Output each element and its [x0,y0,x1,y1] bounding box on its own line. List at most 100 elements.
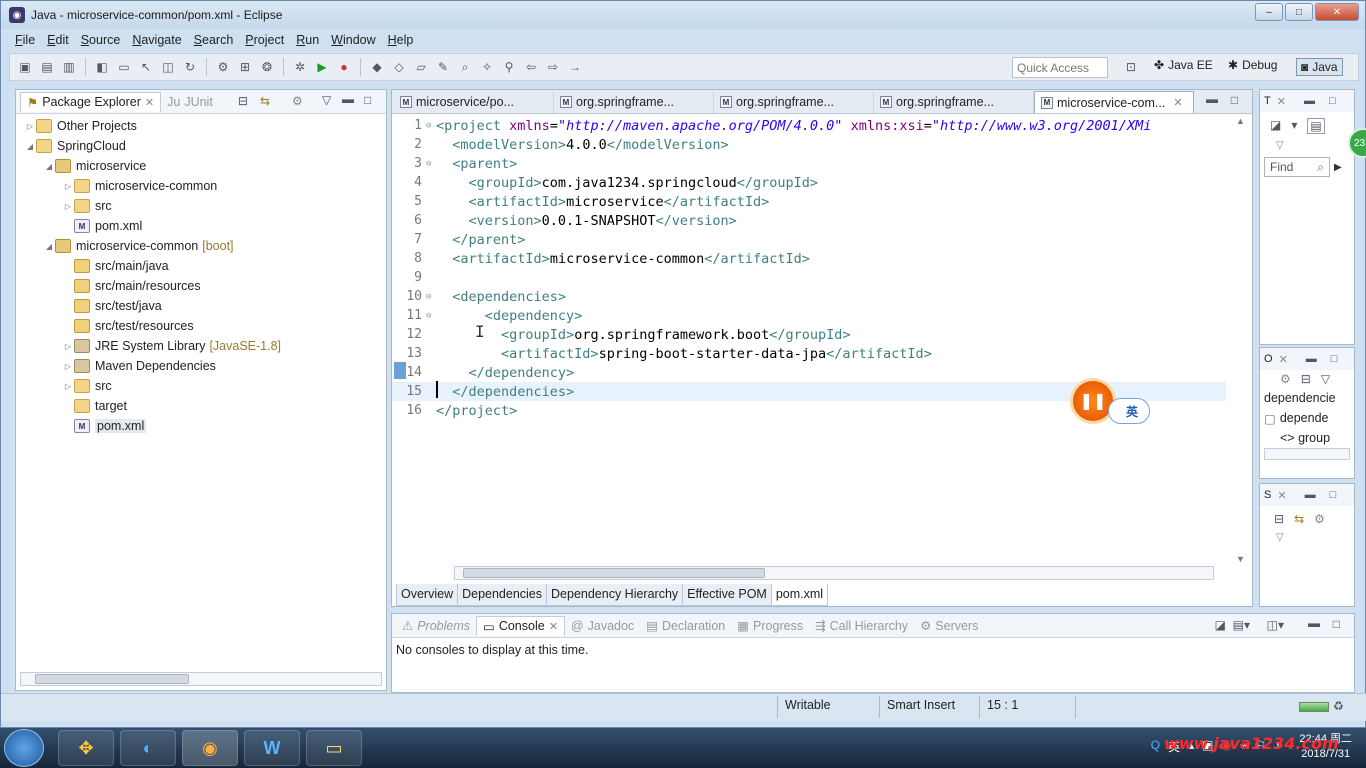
ime-icon[interactable]: Q [1151,738,1160,755]
search-toolbar-icon[interactable]: ⌕ [456,58,474,76]
fold-toggle-icon[interactable]: ⊖ [426,311,436,321]
external-tools-icon[interactable]: ● [335,58,353,76]
taskbar-app-explorer[interactable]: ▭ [306,730,362,766]
new-package-icon[interactable]: ◆ [368,58,386,76]
tab-dependency-hierarchy[interactable]: Dependency Hierarchy [546,584,684,606]
view-menu-icon[interactable]: ⚙ [292,94,303,108]
tab-console[interactable]: ▭ Console ✕ [476,615,565,636]
collapse-all-icon[interactable]: ⊟ [1301,372,1311,386]
expand-icon[interactable]: ▽ [1260,140,1354,151]
annotation-icon[interactable]: ✧ [478,58,496,76]
new-task-icon[interactable]: ◪ [1270,118,1281,134]
code-line[interactable]: 5 <artifactId>microservice</artifactId> [392,192,1226,211]
editor-horizontal-scrollbar[interactable] [454,566,1214,580]
tab-declaration[interactable]: ▤ Declaration [640,616,731,635]
tree-item[interactable]: src/test/java [16,296,386,316]
code-line[interactable]: 12 <groupId>org.springframework.boot</gr… [392,325,1226,344]
code-line[interactable]: 8 <artifactId>microservice-common</artif… [392,249,1226,268]
maximize-view-icon[interactable]: □ [1331,353,1338,365]
pen-icon[interactable]: ✎ [434,58,452,76]
minimize-view-icon[interactable]: ▬ [1304,95,1315,107]
collapse-arrow-icon[interactable]: ◢ [43,162,55,171]
outline-item[interactable]: dependencie [1260,388,1354,408]
taskbar-app-word[interactable]: W [244,730,300,766]
tree-item[interactable]: Mpom.xml [16,216,386,236]
minimize-button[interactable]: – [1255,3,1283,21]
menu-edit[interactable]: Edit [41,31,75,51]
expand-arrow-icon[interactable]: ▷ [62,362,74,371]
expand-arrow-icon[interactable]: ▷ [62,202,74,211]
server-icon[interactable]: ⚙ [214,58,232,76]
tree-item[interactable]: ◢ microservice [16,156,386,176]
tree-item[interactable]: src/test/resources [16,316,386,336]
pointer-icon[interactable]: ↖ [137,58,155,76]
tree-item[interactable]: ◢ SpringCloud [16,136,386,156]
open-type-icon[interactable]: ◧ [93,58,111,76]
scroll-up-icon[interactable]: ▲ [1236,116,1250,126]
back-icon[interactable]: ⇦ [522,58,540,76]
collapse-arrow-icon[interactable]: ◢ [43,242,55,251]
editor-tab[interactable]: Mmicroservice/po... [394,91,554,113]
code-line[interactable]: 11 ⊖ <dependency> [392,306,1226,325]
minimize-view-icon[interactable]: ▬ [1306,353,1317,365]
tab-pom-xml[interactable]: pom.xml [770,584,829,606]
run-icon[interactable]: ▶ [313,58,331,76]
fold-toggle-icon[interactable]: ⊖ [426,121,436,131]
terminal-icon[interactable]: ▭ [115,58,133,76]
maximize-editor-icon[interactable]: □ [1231,93,1238,107]
close-icon[interactable]: ✕ [145,96,154,109]
arrow-right-icon[interactable]: ▶ [1334,162,1342,173]
scroll-down-icon[interactable]: ▼ [1236,554,1245,564]
save-all-icon[interactable]: ▥ [60,58,78,76]
menu-run[interactable]: Run [290,31,325,51]
expand-arrow-icon[interactable]: ▷ [62,382,74,391]
new-icon[interactable]: ▣ [16,58,34,76]
outline-item[interactable]: <> group [1260,428,1354,448]
tree-item[interactable]: ▷ Maven Dependencies [16,356,386,376]
menu-help[interactable]: Help [382,31,420,51]
tab-progress[interactable]: ▦ Progress [731,616,809,635]
close-button[interactable]: ✕ [1315,3,1359,21]
debug-icon[interactable]: ✲ [291,58,309,76]
link-editor-icon[interactable]: ⇆ [260,94,270,108]
tab-call-hierarchy[interactable]: ⇶ Call Hierarchy [809,616,914,635]
code-line[interactable]: 3 ⊖ <parent> [392,154,1226,173]
minimize-view-icon[interactable]: ▬ [1305,489,1316,501]
tree-item[interactable]: ▷ src [16,376,386,396]
code-line[interactable]: 7 </parent> [392,230,1226,249]
toggle-block-icon[interactable]: ◫ [159,58,177,76]
link-editor-icon[interactable]: ⇆ [1294,512,1304,526]
fold-toggle-icon[interactable]: ⊖ [426,159,436,169]
minimize-view-icon[interactable]: ▬ [1308,616,1320,630]
menu-navigate[interactable]: Navigate [126,31,187,51]
maximize-view-icon[interactable]: □ [364,93,371,107]
tab-junit[interactable]: Ju JUnit [161,93,219,111]
tab-package-explorer[interactable]: ⚑ Package Explorer ✕ [20,91,162,112]
collapse-all-icon[interactable]: ⊟ [238,94,248,108]
open-console-icon[interactable]: ◪ [1215,618,1226,632]
editor-tab[interactable]: Morg.springframe... [874,91,1034,113]
start-button[interactable] [4,729,44,767]
dropdown-icon[interactable]: ▽ [322,93,331,107]
grid-icon[interactable]: ⊞ [236,58,254,76]
tree-item[interactable]: src/main/resources [16,276,386,296]
tab-servers[interactable]: ⚙ Servers [914,616,984,635]
outline-hscroll[interactable] [1264,448,1350,460]
tab-overview[interactable]: Overview [396,584,459,606]
save-icon[interactable]: ▤ [38,58,56,76]
code-line[interactable]: 2 <modelVersion>4.0.0</modelVersion> [392,135,1226,154]
close-icon[interactable]: ✕ [1173,96,1182,109]
collapse-arrow-icon[interactable]: ◢ [24,142,36,151]
find-input[interactable]: Find ⌕ [1264,157,1330,177]
open-perspective-icon[interactable]: ⊡ [1122,58,1140,76]
maximize-view-icon[interactable]: □ [1329,95,1336,107]
tree-item[interactable]: src/main/java [16,256,386,276]
editor-tab[interactable]: Mmicroservice-com... ✕ [1034,91,1194,113]
taskbar-app-pinwheel[interactable]: ✥ [58,730,114,766]
heap-status-icon[interactable] [1299,702,1329,712]
tree-item[interactable]: ▷ JRE System Library [JavaSE-1.8] [16,336,386,356]
pin-icon[interactable]: ⚲ [500,58,518,76]
next-icon[interactable]: → [566,58,584,76]
open-folder-icon[interactable]: ▱ [412,58,430,76]
forward-icon[interactable]: ⇨ [544,58,562,76]
